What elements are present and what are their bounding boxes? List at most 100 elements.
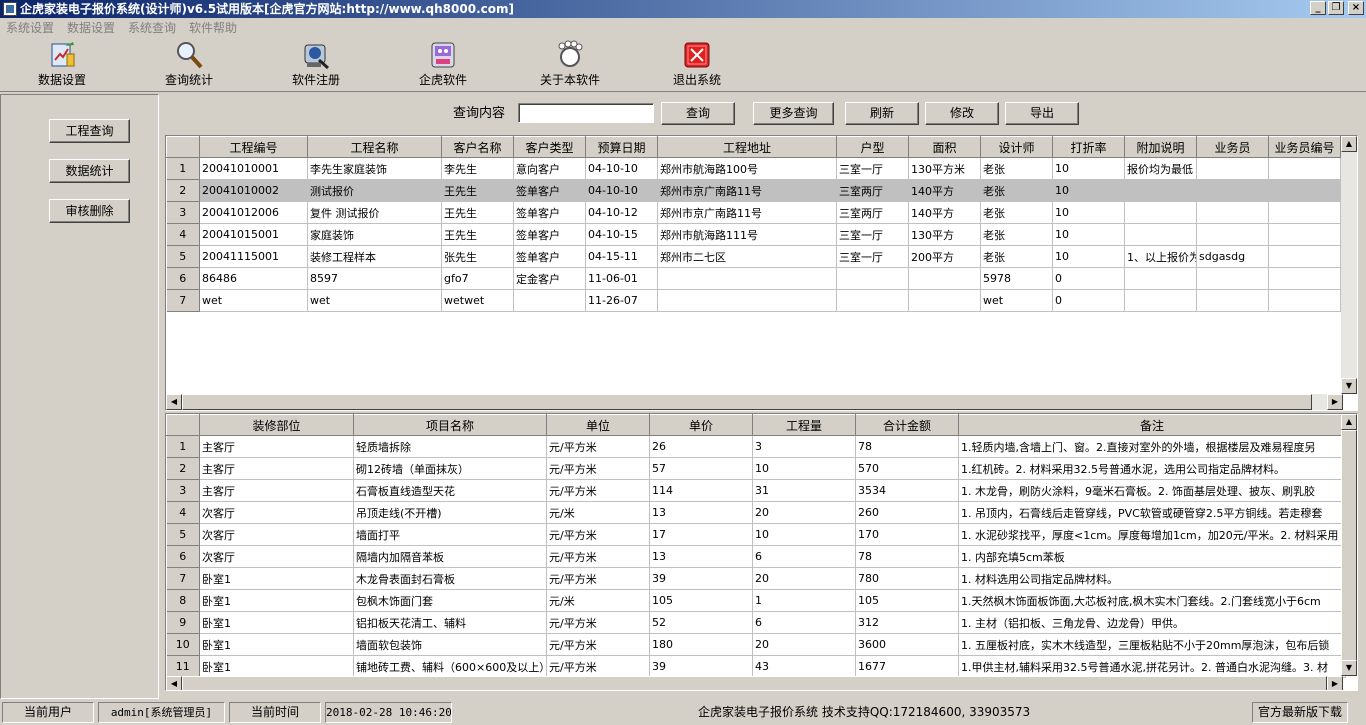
scroll-down-arrow[interactable]: ▼ — [1341, 660, 1357, 676]
table-cell[interactable]: 签单客户 — [513, 223, 586, 246]
table-cell[interactable]: 1.红机砖。2. 材料采用32.5号普通水泥，选用公司指定品牌材料。 — [958, 457, 1346, 480]
scroll-thumb[interactable] — [182, 676, 1327, 690]
table-cell[interactable]: 6 — [752, 545, 856, 568]
table-cell[interactable]: 三室一厅 — [836, 157, 909, 180]
data-stats-button[interactable]: 数据统计 — [49, 159, 130, 183]
row-number[interactable]: 4 — [166, 223, 200, 246]
table-cell[interactable]: 1677 — [855, 655, 959, 678]
table-cell[interactable] — [1196, 201, 1269, 224]
table-cell[interactable]: 卧室1 — [199, 611, 354, 634]
table-cell[interactable]: 26 — [649, 435, 753, 458]
table-cell[interactable]: 意向客户 — [513, 157, 586, 180]
table-cell[interactable]: 王先生 — [441, 223, 514, 246]
table-cell[interactable]: 元/平方米 — [546, 435, 650, 458]
table-cell[interactable]: 老张 — [980, 223, 1053, 246]
detail-hscroll[interactable]: ◀ ▶ — [166, 676, 1343, 690]
row-number[interactable]: 6 — [166, 545, 200, 568]
table-cell[interactable]: 10 — [1052, 179, 1125, 202]
table-cell[interactable]: 隔墙内加隔音苯板 — [353, 545, 547, 568]
column-header[interactable]: 项目名称 — [353, 414, 547, 436]
detail-row[interactable]: 2 主客厅 砌12砖墙（单面抹灰） 元/平方米 57 10 570 1.红机砖。2. 材料采用… — [166, 457, 1346, 480]
table-cell[interactable]: 10 — [1052, 245, 1125, 268]
table-cell[interactable] — [1268, 201, 1341, 224]
column-header[interactable]: 工程量 — [752, 414, 856, 436]
table-cell[interactable] — [1196, 179, 1269, 202]
table-cell[interactable]: 元/平方米 — [546, 479, 650, 502]
table-cell[interactable]: 10 — [752, 457, 856, 480]
table-cell[interactable]: 李先生家庭装饰 — [307, 157, 442, 180]
table-cell[interactable]: 报价均为最低 — [1124, 157, 1197, 180]
table-cell[interactable] — [1268, 267, 1341, 290]
table-cell[interactable] — [1124, 179, 1197, 202]
minimize-button[interactable]: _ — [1310, 1, 1326, 15]
table-cell[interactable] — [1268, 223, 1341, 246]
toolbar-query-stats-button[interactable]: 查询统计 — [144, 40, 234, 88]
table-cell[interactable]: 签单客户 — [513, 201, 586, 224]
modify-button[interactable]: 修改 — [925, 102, 999, 125]
table-cell[interactable]: 140平方 — [908, 179, 981, 202]
column-header[interactable]: 设计师 — [980, 136, 1053, 158]
table-cell[interactable]: 105 — [855, 589, 959, 612]
table-cell[interactable] — [836, 267, 909, 290]
table-cell[interactable]: 元/平方米 — [546, 655, 650, 678]
row-number[interactable]: 8 — [166, 589, 200, 612]
table-cell[interactable]: 签单客户 — [513, 179, 586, 202]
table-cell[interactable]: 13 — [649, 545, 753, 568]
row-number[interactable]: 1 — [166, 157, 200, 180]
table-cell[interactable]: 170 — [855, 523, 959, 546]
row-number[interactable]: 3 — [166, 479, 200, 502]
table-cell[interactable] — [908, 267, 981, 290]
table-cell[interactable]: 39 — [649, 567, 753, 590]
project-row[interactable]: 1 20041010001 李先生家庭装饰 李先生 意向客户 04-10-10 郑州市航海路… — [166, 157, 1341, 180]
table-cell[interactable]: 86486 — [199, 267, 308, 290]
toolbar-about-button[interactable]: 关于本软件 — [525, 40, 615, 88]
table-cell[interactable]: 0 — [1052, 267, 1125, 290]
table-cell[interactable]: 17 — [649, 523, 753, 546]
column-header[interactable]: 单位 — [546, 414, 650, 436]
table-cell[interactable]: 元/米 — [546, 589, 650, 612]
table-cell[interactable]: 20 — [752, 633, 856, 656]
table-cell[interactable]: 卧室1 — [199, 567, 354, 590]
column-header[interactable]: 工程地址 — [657, 136, 837, 158]
detail-row[interactable]: 4 次客厅 吊顶走线(不开槽) 元/米 13 20 260 1. 吊顶内，石膏线后走管穿线，P… — [166, 501, 1346, 524]
table-cell[interactable]: 三室两厅 — [836, 179, 909, 202]
table-cell[interactable]: 04-10-15 — [585, 223, 658, 246]
table-cell[interactable]: 装修工程样本 — [307, 245, 442, 268]
audit-delete-button[interactable]: 审核删除 — [49, 199, 130, 223]
table-cell[interactable] — [1268, 245, 1341, 268]
table-cell[interactable]: 次客厅 — [199, 523, 354, 546]
table-cell[interactable]: 6 — [752, 611, 856, 634]
table-cell[interactable]: 3 — [752, 435, 856, 458]
table-cell[interactable]: 10 — [1052, 201, 1125, 224]
table-cell[interactable]: wet — [980, 289, 1053, 312]
table-cell[interactable]: 郑州市京广南路11号 — [657, 201, 837, 224]
table-cell[interactable]: 铝扣板天花清工、辅料 — [353, 611, 547, 634]
table-cell[interactable]: 三室两厅 — [836, 201, 909, 224]
table-cell[interactable]: 11-26-07 — [585, 289, 658, 312]
table-cell[interactable] — [836, 289, 909, 312]
scroll-up-arrow[interactable]: ▲ — [1341, 414, 1357, 430]
row-number[interactable]: 7 — [166, 289, 200, 312]
export-button[interactable]: 导出 — [1005, 102, 1079, 125]
column-header[interactable]: 客户名称 — [441, 136, 514, 158]
table-cell[interactable]: 墙面打平 — [353, 523, 547, 546]
table-cell[interactable]: 130平方 — [908, 223, 981, 246]
table-cell[interactable]: 卧室1 — [199, 633, 354, 656]
table-cell[interactable]: 卧室1 — [199, 655, 354, 678]
refresh-button[interactable]: 刷新 — [845, 102, 919, 125]
detail-row[interactable]: 3 主客厅 石膏板直线造型天花 元/平方米 114 31 3534 1. 木龙骨，刷防火涂料，… — [166, 479, 1346, 502]
table-cell[interactable]: 卧室1 — [199, 589, 354, 612]
detail-row[interactable]: 11 卧室1 铺地砖工费、辅料（600×600及以上） 元/平方米 39 43 1677 1.… — [166, 655, 1346, 678]
detail-row[interactable]: 7 卧室1 木龙骨表面封石膏板 元/平方米 39 20 780 1. 材料选用公司指定品牌材料… — [166, 567, 1346, 590]
table-cell[interactable]: 三室一厅 — [836, 223, 909, 246]
table-cell[interactable]: 复件 测试报价 — [307, 201, 442, 224]
column-header[interactable]: 附加说明 — [1124, 136, 1197, 158]
detail-row[interactable]: 1 主客厅 轻质墙拆除 元/平方米 26 3 78 1.轻质内墙,含墙上门、窗。2.直接对室外… — [166, 435, 1346, 458]
row-number[interactable]: 7 — [166, 567, 200, 590]
table-cell[interactable]: 78 — [855, 435, 959, 458]
table-cell[interactable]: 78 — [855, 545, 959, 568]
detail-vscroll[interactable]: ▲ ▼ — [1341, 414, 1357, 676]
table-cell[interactable]: 1. 内部充填5cm苯板 — [958, 545, 1346, 568]
query-button[interactable]: 查询 — [661, 102, 735, 125]
table-cell[interactable]: 元/平方米 — [546, 611, 650, 634]
